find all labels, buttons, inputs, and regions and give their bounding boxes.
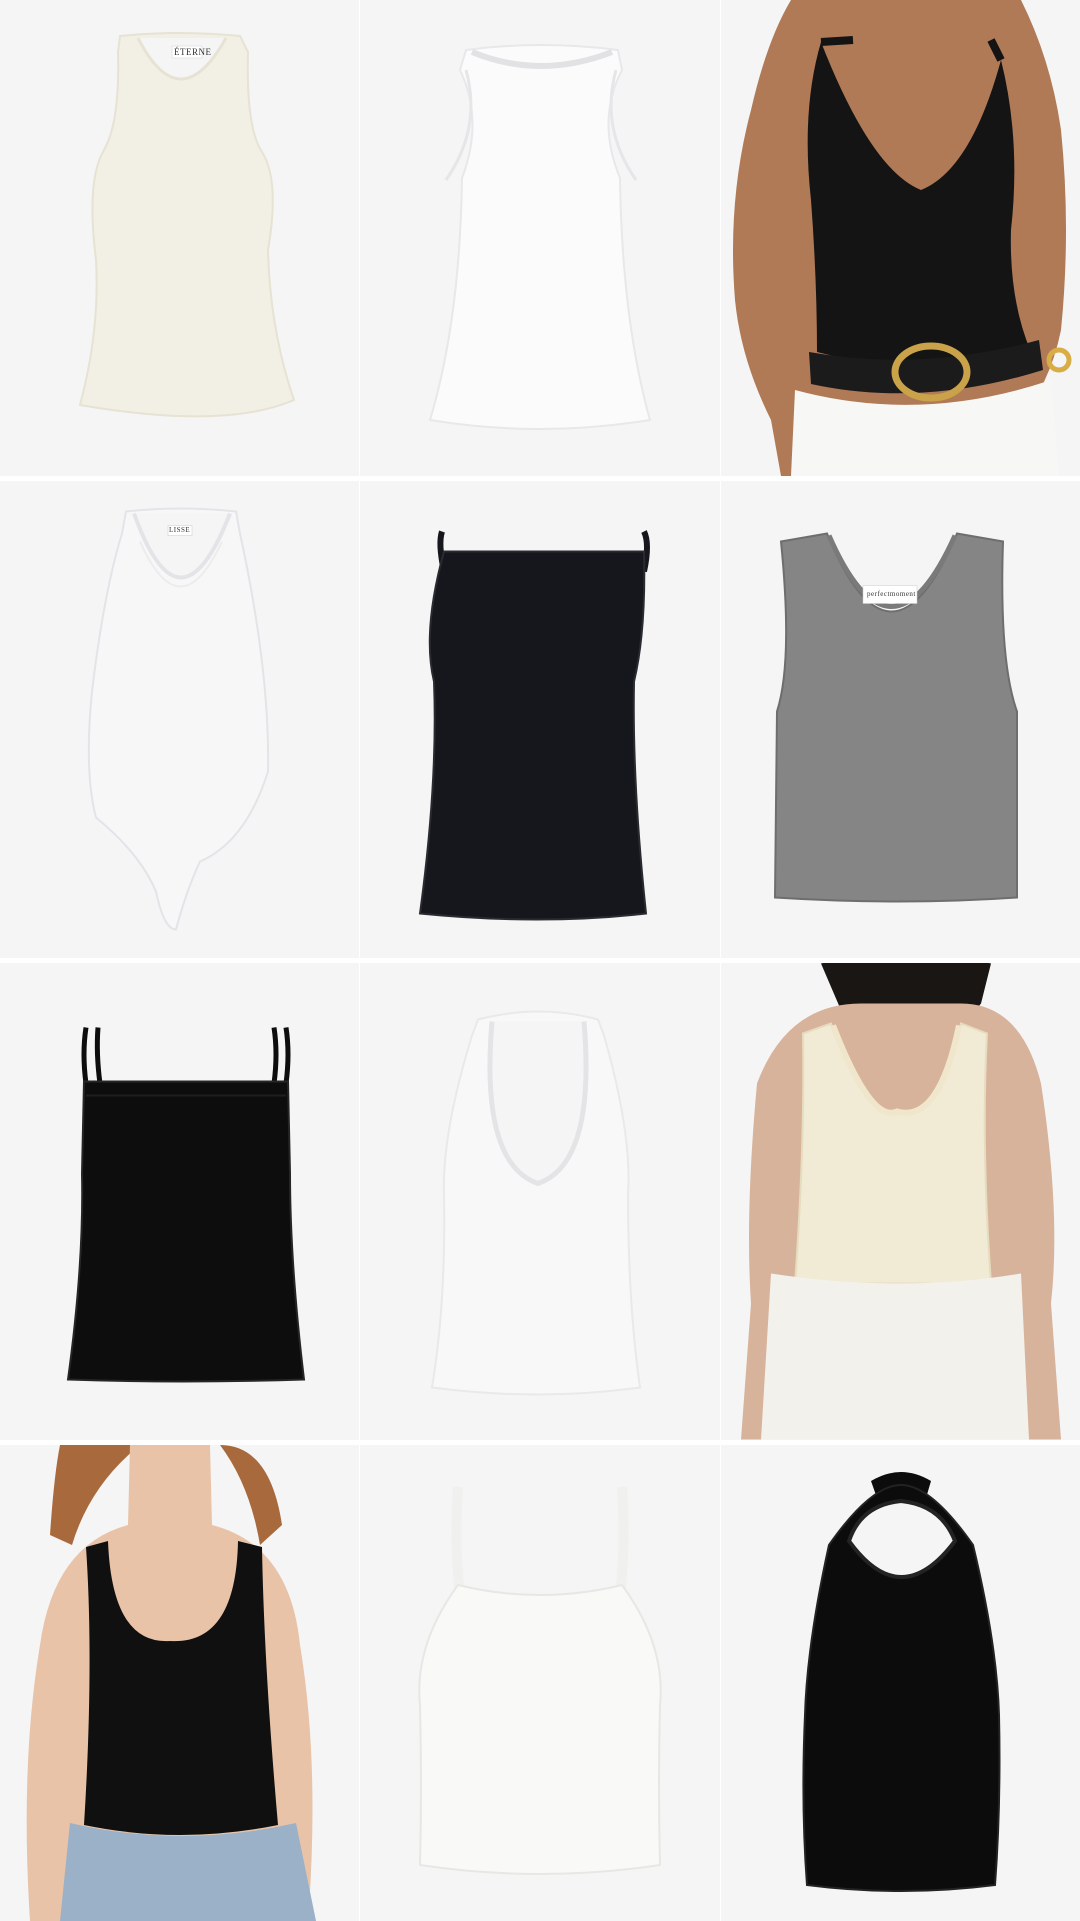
product-tile-model-cream-scoop-tank[interactable]: [721, 963, 1080, 1440]
product-tile-black-double-strap-cami[interactable]: [0, 963, 359, 1440]
brand-label: LISSE: [169, 526, 191, 534]
brand-label: ÉTERNE: [174, 47, 212, 57]
product-tile-model-black-scoop-tank[interactable]: [0, 1445, 359, 1921]
brand-label: perfectmoment: [867, 590, 916, 598]
product-tile-black-tie-halter[interactable]: [721, 1445, 1080, 1921]
product-tile-black-square-neck-cami[interactable]: [360, 481, 720, 958]
product-tile-model-black-halter-bodysuit[interactable]: [721, 0, 1080, 476]
white-halter-image: [430, 1010, 642, 1396]
black-tie-halter-image: [802, 1472, 1001, 1892]
white-racer-tank-image: [428, 44, 652, 430]
cream-tank-image: [78, 32, 296, 418]
black-double-strap-image: [66, 1027, 306, 1383]
white-cropped-cami-image: [418, 1486, 662, 1875]
grey-tank-image: [773, 532, 1018, 903]
model-black-tank-image: [26, 1445, 316, 1921]
product-tile-white-racer-tank[interactable]: [360, 0, 720, 476]
white-bodysuit-image: [87, 507, 270, 931]
product-tile-grey-scoop-tank[interactable]: perfectmoment: [721, 481, 1080, 958]
product-tile-white-cropped-cami[interactable]: [360, 1445, 720, 1921]
model-black-halter-image: [733, 0, 1072, 476]
product-tile-cream-tank[interactable]: ÉTERNE: [0, 0, 359, 476]
product-tile-white-racerback-bodysuit[interactable]: LISSE: [0, 481, 359, 958]
black-cami-image: [418, 530, 650, 921]
model-cream-tank-image: [741, 963, 1061, 1440]
product-image-grid: ÉTERNE LISSE perfectmoment: [0, 0, 1080, 1921]
product-tile-white-halter-top[interactable]: [360, 963, 720, 1440]
